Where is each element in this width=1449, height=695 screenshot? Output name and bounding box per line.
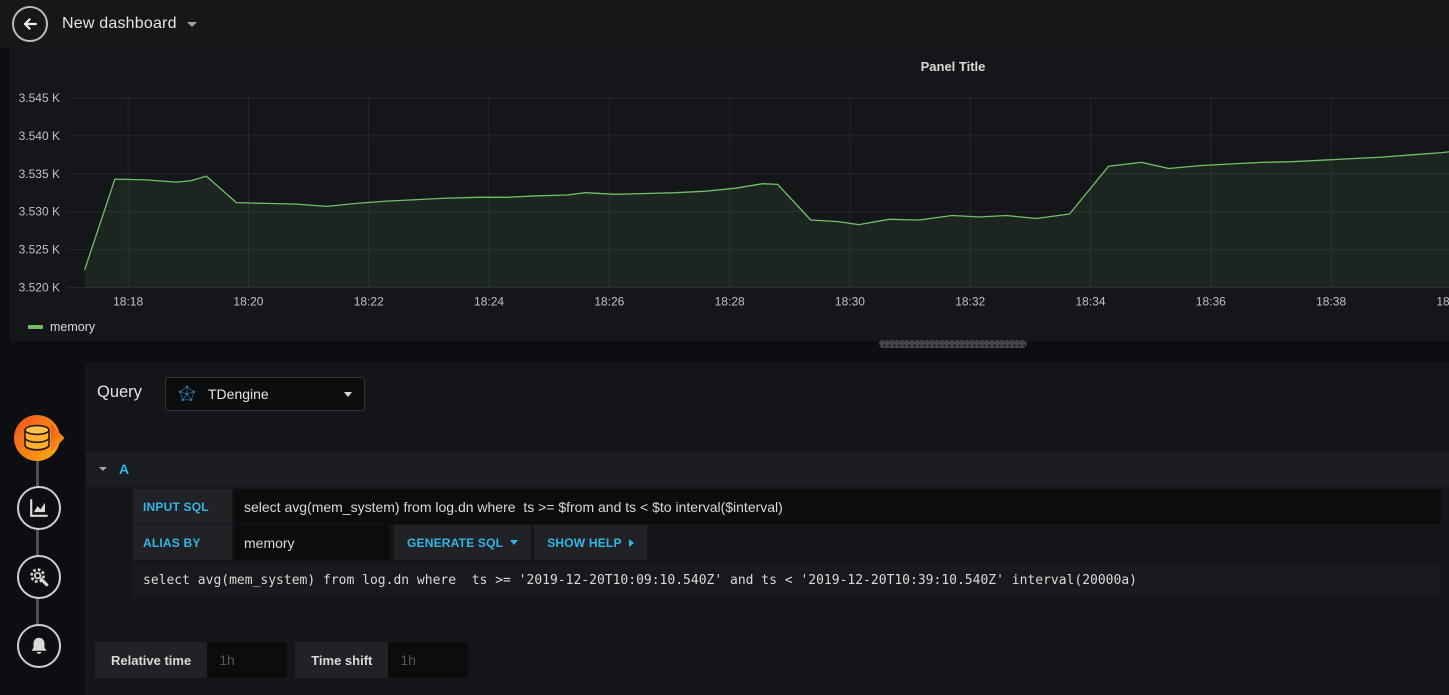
tab-connector-line bbox=[36, 438, 39, 648]
x-axis-label: 18:32 bbox=[955, 295, 985, 309]
input-sql-row: INPUT SQL bbox=[133, 489, 1441, 524]
collapse-caret-icon bbox=[99, 467, 107, 471]
time-shift-group: Time shift bbox=[295, 642, 469, 678]
x-axis-label: 18:24 bbox=[474, 295, 504, 309]
relative-time-label: Relative time bbox=[111, 652, 192, 668]
generate-sql-label: GENERATE SQL bbox=[407, 535, 504, 550]
grafana-app: New dashboard Panel Title 3.545 K 3.540 K… bbox=[0, 0, 1449, 695]
query-row-header[interactable]: A bbox=[85, 451, 1449, 487]
datasource-name: TDengine bbox=[208, 386, 269, 402]
query-form-rows: INPUT SQL ALIAS BY GENERATE SQL SHOW HEL… bbox=[133, 489, 1441, 598]
x-axis-label: 18:34 bbox=[1076, 295, 1106, 309]
generated-sql-preview: select avg(mem_system) from log.dn where… bbox=[133, 562, 1441, 598]
chart-icon bbox=[30, 499, 48, 517]
input-sql-field[interactable] bbox=[234, 489, 1441, 524]
x-axis-label: 18:38 bbox=[1316, 295, 1346, 309]
y-axis-label: 3.520 K bbox=[19, 281, 60, 295]
generate-sql-button[interactable]: GENERATE SQL bbox=[394, 525, 532, 560]
y-axis-label: 3.530 K bbox=[19, 205, 60, 219]
y-axis-label: 3.540 K bbox=[19, 129, 60, 143]
x-axis-label: 18:30 bbox=[835, 295, 865, 309]
chart-legend: memory bbox=[28, 320, 95, 334]
chevron-down-icon bbox=[510, 540, 519, 545]
top-navbar: New dashboard bbox=[0, 0, 1449, 48]
time-series-chart[interactable]: 3.545 K 3.540 K 3.535 K 3.530 K 3.525 K 3.520… bbox=[10, 48, 1449, 341]
show-help-label: SHOW HELP bbox=[547, 535, 622, 550]
alias-by-field[interactable] bbox=[234, 525, 390, 560]
tab-alert[interactable] bbox=[17, 624, 61, 668]
relative-time-input[interactable] bbox=[207, 642, 288, 678]
graph-panel: Panel Title 3.545 K 3.540 K 3.535 K 3.530 K… bbox=[10, 48, 1449, 341]
time-options-row: Relative time Time shift bbox=[95, 642, 469, 678]
back-button[interactable] bbox=[12, 6, 48, 42]
database-icon bbox=[14, 415, 65, 461]
dashboard-title: New dashboard bbox=[62, 15, 177, 32]
tab-general[interactable] bbox=[17, 555, 61, 599]
gear-wrench-icon bbox=[30, 568, 49, 587]
chevron-right-icon bbox=[628, 538, 634, 547]
dashboard-title-dropdown[interactable]: New dashboard bbox=[62, 0, 197, 48]
query-ref-letter: A bbox=[119, 461, 130, 477]
arrow-left-icon bbox=[23, 18, 37, 30]
x-axis-label: 18:36 bbox=[1196, 295, 1226, 309]
time-shift-input[interactable] bbox=[388, 642, 469, 678]
show-help-button[interactable]: SHOW HELP bbox=[534, 525, 647, 560]
queries-tab-content: Query TDengine A INPUT SQL select avg(me… bbox=[85, 362, 1449, 695]
x-axis-label: 18:18 bbox=[113, 295, 143, 309]
series-area-memory bbox=[84, 151, 1449, 288]
query-section-label: Query bbox=[97, 383, 142, 401]
tab-queries[interactable] bbox=[12, 412, 66, 464]
input-sql-label: INPUT SQL bbox=[133, 489, 232, 524]
x-axis-label: 18:40 bbox=[1436, 295, 1449, 309]
tab-visualization[interactable] bbox=[17, 486, 61, 530]
legend-color-swatch bbox=[28, 325, 43, 329]
datasource-picker[interactable]: TDengine bbox=[165, 377, 365, 411]
legend-series-name[interactable]: memory bbox=[50, 320, 95, 334]
y-axis-label: 3.545 K bbox=[19, 91, 60, 105]
y-axis-label: 3.525 K bbox=[19, 243, 60, 257]
x-axis-label: 18:22 bbox=[354, 295, 384, 309]
x-axis-label: 18:28 bbox=[715, 295, 745, 309]
bell-icon bbox=[31, 637, 47, 654]
x-axis-label: 18:20 bbox=[233, 295, 263, 309]
chevron-down-icon bbox=[186, 21, 197, 27]
chevron-down-icon bbox=[344, 391, 352, 397]
time-shift-label: Time shift bbox=[311, 652, 373, 668]
x-axis-label: 18:26 bbox=[594, 295, 624, 309]
alias-by-row: ALIAS BY GENERATE SQL SHOW HELP bbox=[133, 525, 1441, 560]
y-axis-label: 3.535 K bbox=[19, 167, 60, 181]
tdengine-logo bbox=[178, 385, 196, 402]
relative-time-group: Relative time bbox=[95, 642, 288, 678]
panel-resize-handle[interactable] bbox=[879, 340, 1027, 348]
alias-by-label: ALIAS BY bbox=[133, 525, 232, 560]
